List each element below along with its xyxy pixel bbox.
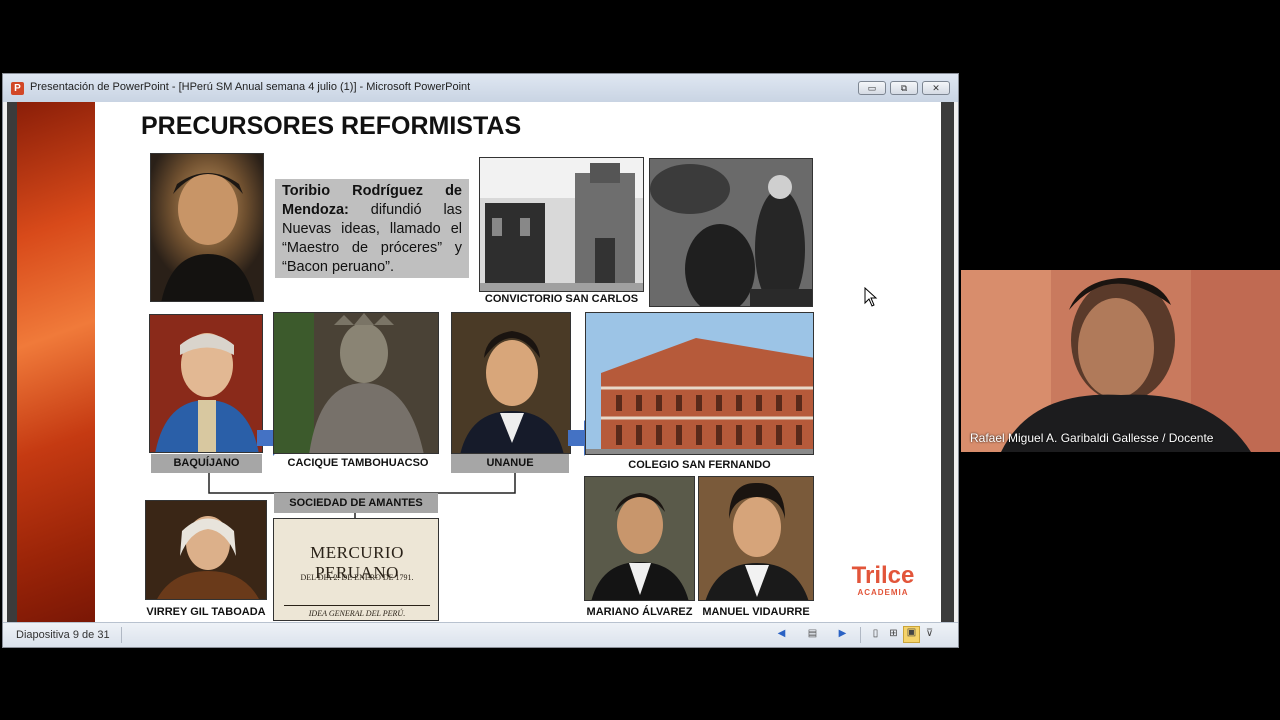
powerpoint-window: P Presentación de PowerPoint - [HPerú SM…: [2, 73, 959, 648]
previous-slide-icon[interactable]: ◀: [775, 628, 788, 640]
toribio-portrait: [150, 153, 264, 302]
status-divider-2: [860, 627, 861, 643]
slide-menu-icon[interactable]: ▤: [806, 628, 819, 640]
caption-tambohuacso: CACIQUE TAMBOHUACSO: [287, 457, 429, 469]
status-divider: [121, 627, 122, 643]
minimize-button[interactable]: ▭: [858, 81, 886, 95]
trilce-logo-text: Trilce: [851, 562, 915, 589]
participant-name: Rafael Miguel A. Garibaldi Gallesse / Do…: [970, 431, 1214, 445]
title-bar[interactable]: P Presentación de PowerPoint - [HPerú SM…: [3, 74, 958, 102]
mercurio-rule: [284, 605, 430, 606]
colegio-san-fernando-photo: [585, 312, 814, 455]
caption-mariano-alvarez: MARIANO ÁLVAREZ: [586, 606, 693, 618]
webcam-feed: Rafael Miguel A. Garibaldi Gallesse / Do…: [961, 270, 1280, 452]
normal-view-icon[interactable]: ▯: [869, 628, 882, 640]
caption-convictorio: CONVICTORIO SAN CARLOS: [484, 293, 639, 305]
caption-manuel-vidaurre: MANUEL VIDAURRE: [702, 606, 810, 618]
tambohuacso-statue: [273, 312, 439, 454]
slide-sorter-icon[interactable]: ⊞: [887, 628, 900, 640]
close-button[interactable]: ✕: [922, 81, 950, 95]
reading-view-icon[interactable]: ▣: [903, 626, 920, 643]
slide-counter: Diapositiva 9 de 31: [16, 629, 110, 641]
status-bar: Diapositiva 9 de 31 ◀ ▤ ▶ ▯ ⊞ ▣ ⊽: [3, 622, 958, 647]
caption-colegio-san-fernando: COLEGIO SAN FERNANDO: [628, 459, 771, 471]
presenter-video: [961, 270, 1280, 452]
caption-unanue: UNANUE: [451, 454, 569, 473]
baquijano-portrait: [149, 314, 263, 453]
mouse-cursor-icon: [864, 287, 878, 307]
slideshow-icon[interactable]: ⊽: [923, 628, 936, 640]
next-slide-icon[interactable]: ▶: [836, 628, 849, 640]
mariano-alvarez-portrait: [584, 476, 695, 601]
gil-taboada-portrait: [145, 500, 267, 600]
manuel-vidaurre-portrait: [698, 476, 814, 601]
convictorio-photo: [479, 157, 644, 292]
engraving-image: [649, 158, 813, 307]
caption-sociedad-de-amantes: SOCIEDAD DE AMANTES: [274, 493, 438, 513]
powerpoint-icon[interactable]: P: [11, 82, 24, 95]
info-box: Toribio Rodríguez de Mendoza: difundió l…: [275, 179, 469, 278]
window-title: Presentación de PowerPoint - [HPerú SM A…: [30, 81, 471, 93]
mercurio-peruano-page: MERCURIO PERUANO DEL DIA 2. DE ENERO DE …: [273, 518, 439, 621]
mercurio-subtitle: IDEA GENERAL DEL PERÚ.: [308, 609, 406, 618]
trilce-logo-sub: ACADEMIA: [857, 588, 909, 597]
mercurio-date: DEL DIA 2. DE ENERO DE 1791.: [300, 573, 414, 582]
caption-gil-taboada: VIRREY GIL TABOADA: [146, 606, 266, 618]
caption-baquijano: BAQUÍJANO: [151, 454, 262, 473]
slide[interactable]: PRECURSORES REFORMISTAS Toribio Rodrígue…: [17, 102, 941, 622]
slide-workspace: PRECURSORES REFORMISTAS Toribio Rodrígue…: [7, 102, 954, 622]
decorative-strip: [17, 102, 95, 622]
slide-title: PRECURSORES REFORMISTAS: [141, 112, 522, 140]
unanue-portrait: [451, 312, 571, 454]
trilce-logo: Trilce ACADEMIA: [843, 562, 923, 598]
restore-button[interactable]: ⧉: [890, 81, 918, 95]
